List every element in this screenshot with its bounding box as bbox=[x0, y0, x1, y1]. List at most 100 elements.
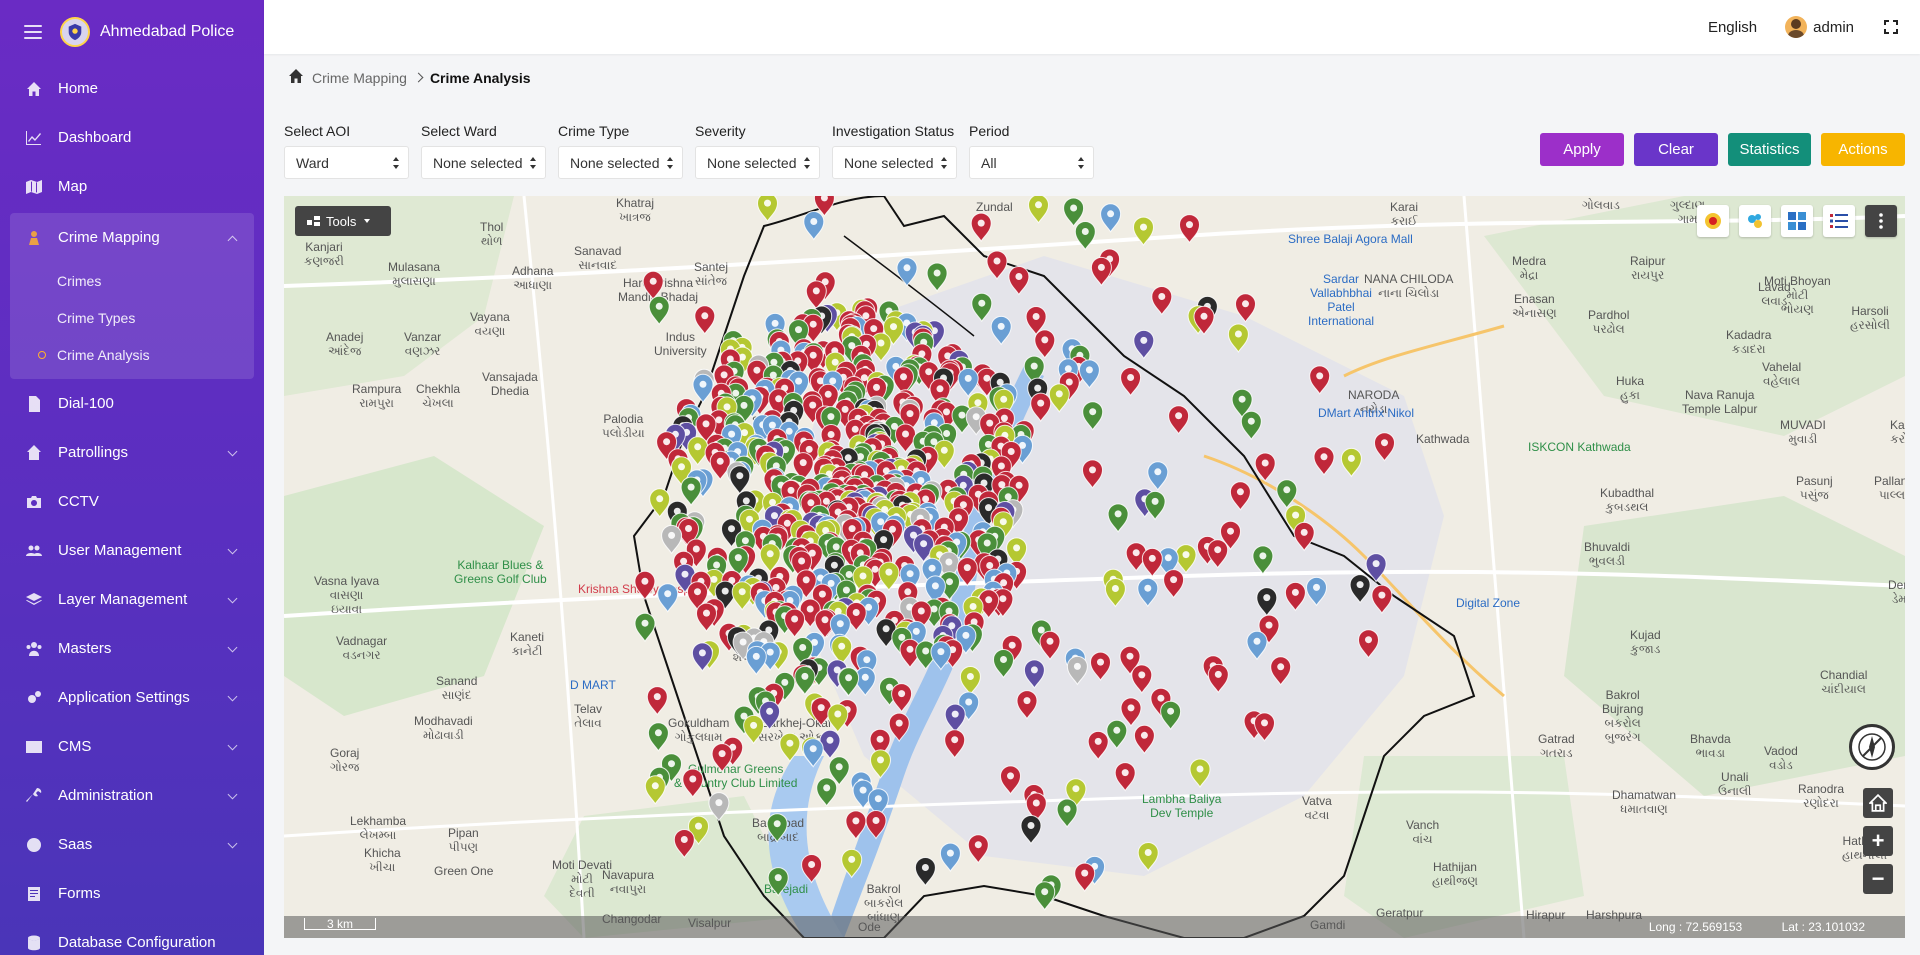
crime-marker[interactable] bbox=[1252, 545, 1274, 575]
crime-marker[interactable] bbox=[838, 667, 860, 697]
crime-marker[interactable] bbox=[1048, 383, 1070, 413]
crime-marker[interactable] bbox=[1141, 547, 1163, 578]
crime-marker[interactable] bbox=[865, 810, 887, 840]
crime-marker[interactable] bbox=[729, 465, 751, 495]
sidebar-subitem-crime-analysis[interactable]: Crime Analysis bbox=[10, 336, 254, 373]
crime-marker[interactable] bbox=[661, 524, 683, 555]
crime-marker[interactable] bbox=[801, 854, 823, 884]
zoom-out-button[interactable]: − bbox=[1863, 864, 1893, 894]
crime-marker[interactable] bbox=[1305, 576, 1328, 607]
crime-marker[interactable] bbox=[819, 729, 841, 760]
fullscreen-icon[interactable] bbox=[1884, 20, 1898, 34]
crime-marker[interactable] bbox=[646, 686, 668, 716]
sidebar-item-dashboard[interactable]: Dashboard bbox=[0, 113, 264, 162]
crime-marker[interactable] bbox=[692, 373, 714, 404]
crime-marker[interactable] bbox=[1089, 651, 1112, 682]
sidebar-item-application-settings[interactable]: Application Settings bbox=[0, 673, 264, 722]
crime-marker[interactable] bbox=[869, 749, 892, 779]
crime-marker[interactable] bbox=[1016, 690, 1038, 720]
crime-marker[interactable] bbox=[888, 712, 910, 743]
crime-marker[interactable] bbox=[1114, 762, 1136, 792]
crime-marker[interactable] bbox=[841, 848, 863, 879]
crime-marker[interactable] bbox=[1074, 862, 1096, 893]
crime-marker[interactable] bbox=[1056, 798, 1078, 828]
heatmap-icon[interactable] bbox=[1697, 205, 1729, 237]
crime-marker[interactable] bbox=[634, 612, 656, 643]
crime-marker[interactable] bbox=[944, 703, 966, 734]
crime-marker[interactable] bbox=[794, 665, 816, 696]
crime-marker[interactable] bbox=[648, 295, 670, 326]
crime-marker[interactable] bbox=[805, 280, 827, 310]
crime-marker[interactable] bbox=[1034, 881, 1056, 911]
sidebar-item-patrollings[interactable]: Patrollings bbox=[0, 428, 264, 477]
crime-marker[interactable] bbox=[695, 602, 718, 633]
crime-marker[interactable] bbox=[957, 367, 979, 398]
crime-marker[interactable] bbox=[1284, 581, 1306, 612]
crime-marker[interactable] bbox=[682, 768, 704, 798]
crime-marker[interactable] bbox=[944, 729, 966, 759]
crime-marker[interactable] bbox=[1246, 630, 1268, 661]
crime-marker[interactable] bbox=[1066, 655, 1088, 686]
crime-marker[interactable] bbox=[1313, 446, 1335, 476]
crime-marker[interactable] bbox=[930, 641, 952, 671]
crime-marker[interactable] bbox=[967, 834, 989, 864]
period-select[interactable]: All bbox=[969, 146, 1094, 179]
crime-marker[interactable] bbox=[1137, 577, 1159, 608]
crime-marker[interactable] bbox=[1293, 521, 1315, 552]
crime-marker[interactable] bbox=[1309, 365, 1331, 395]
crime-marker[interactable] bbox=[1106, 719, 1128, 750]
cluster-icon[interactable] bbox=[1739, 205, 1771, 237]
crime-marker[interactable] bbox=[1107, 503, 1129, 533]
crime-marker[interactable] bbox=[816, 777, 838, 807]
statistics-button[interactable]: Statistics bbox=[1728, 133, 1811, 166]
crime-map[interactable]: Khatraj ખાત્રજ Zundal Karai કરાઈ ગોલવાડ ગુલ્દા… bbox=[284, 196, 1905, 938]
breadcrumb-parent[interactable]: Crime Mapping bbox=[312, 70, 407, 86]
sidebar-item-saas[interactable]: Saas bbox=[0, 820, 264, 869]
crime-marker[interactable] bbox=[1207, 539, 1229, 569]
crime-marker[interactable] bbox=[986, 250, 1008, 280]
crime-marker[interactable] bbox=[1254, 452, 1276, 482]
crime-marker[interactable] bbox=[1276, 479, 1298, 509]
sidebar-item-administration[interactable]: Administration bbox=[0, 771, 264, 820]
crime-marker[interactable] bbox=[1078, 359, 1100, 389]
crime-marker[interactable] bbox=[1151, 286, 1173, 316]
crime-marker[interactable] bbox=[971, 292, 993, 323]
crime-marker[interactable] bbox=[1349, 574, 1371, 604]
ward-select[interactable]: None selected bbox=[421, 146, 546, 179]
crime-marker[interactable] bbox=[1020, 815, 1042, 845]
crime-marker[interactable] bbox=[1082, 401, 1104, 431]
crime-marker[interactable] bbox=[914, 857, 936, 887]
crime-marker[interactable] bbox=[1027, 196, 1050, 224]
crime-marker[interactable] bbox=[642, 270, 664, 301]
crime-marker[interactable] bbox=[1131, 664, 1153, 694]
crime-marker[interactable] bbox=[803, 211, 825, 241]
crime-marker[interactable] bbox=[1120, 367, 1142, 397]
crime-marker[interactable] bbox=[1104, 578, 1126, 608]
crime-marker[interactable] bbox=[894, 423, 917, 453]
sidebar-item-database-configuration[interactable]: Database Configuration bbox=[0, 918, 264, 955]
crime-marker[interactable] bbox=[711, 743, 733, 773]
crime-marker[interactable] bbox=[970, 212, 992, 243]
crime-marker[interactable] bbox=[1081, 459, 1104, 489]
crime-marker[interactable] bbox=[878, 561, 900, 592]
crime-marker[interactable] bbox=[891, 683, 913, 713]
sidebar-item-crime-mapping[interactable]: Crime Mapping bbox=[10, 213, 254, 262]
crime-marker[interactable] bbox=[1371, 584, 1393, 615]
crime-marker[interactable] bbox=[657, 583, 679, 613]
crime-marker[interactable] bbox=[687, 436, 709, 466]
crime-marker[interactable] bbox=[1063, 197, 1085, 227]
crime-marker[interactable] bbox=[926, 262, 948, 292]
menu-toggle-icon[interactable] bbox=[24, 25, 42, 39]
legend-list-icon[interactable] bbox=[1823, 205, 1855, 237]
crime-marker[interactable] bbox=[1030, 392, 1052, 423]
language-selector[interactable]: English bbox=[1708, 19, 1757, 36]
crime-marker[interactable] bbox=[939, 842, 961, 873]
crime-marker[interactable] bbox=[756, 196, 779, 223]
crime-marker[interactable] bbox=[1373, 432, 1396, 462]
crime-marker[interactable] bbox=[999, 765, 1022, 795]
crime-marker[interactable] bbox=[1229, 481, 1251, 511]
crime-marker[interactable] bbox=[990, 315, 1012, 346]
grid-icon[interactable] bbox=[1781, 205, 1813, 237]
crime-marker[interactable] bbox=[1256, 587, 1278, 617]
apply-button[interactable]: Apply bbox=[1540, 133, 1624, 166]
